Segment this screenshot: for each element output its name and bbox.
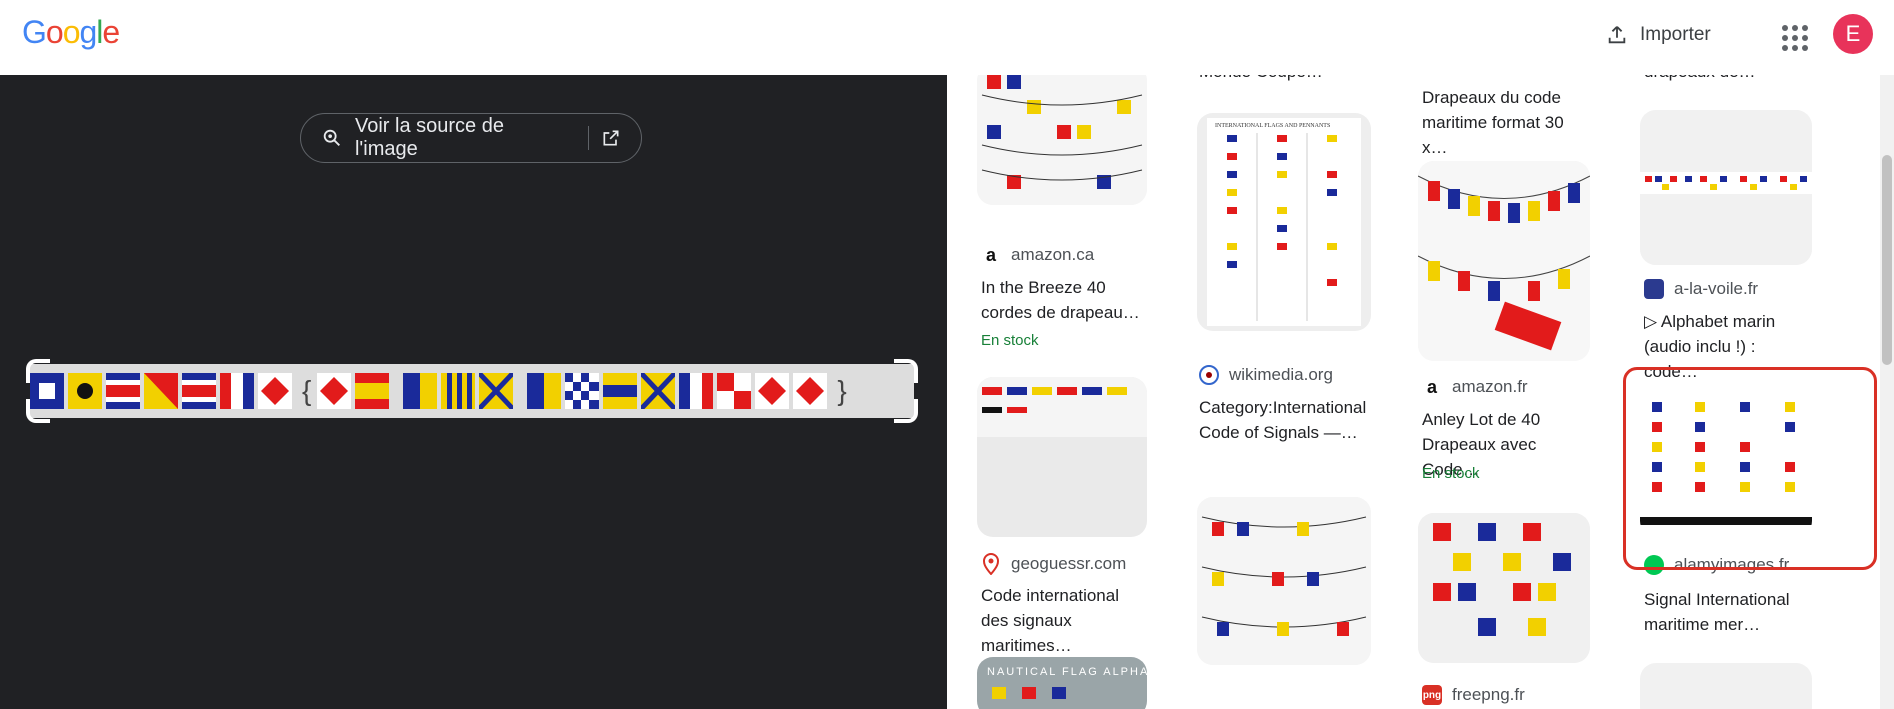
result-source[interactable]: geoguessr.com — [981, 553, 1126, 575]
result-title[interactable]: Drapeaux du code maritime format 30 x… — [1422, 85, 1592, 160]
result-thumbnail[interactable] — [1418, 161, 1590, 361]
result-source[interactable]: png freepng.fr — [1422, 685, 1525, 705]
flag-x2 — [641, 373, 676, 409]
flag-n — [565, 373, 600, 409]
png-icon: png — [1422, 685, 1442, 705]
flag-f — [258, 373, 292, 409]
wikimedia-icon — [1199, 365, 1219, 385]
flag-t — [220, 373, 254, 409]
svg-text:INTERNATIONAL FLAGS AND PENNAN: INTERNATIONAL FLAGS AND PENNANTS — [1215, 123, 1330, 129]
flag-g — [441, 373, 476, 409]
result-source[interactable]: a amazon.fr — [1422, 377, 1528, 397]
open-in-new-icon — [603, 130, 619, 146]
flag-o — [144, 373, 178, 409]
a-la-voile-icon — [1644, 279, 1664, 299]
result-thumbnail[interactable] — [1640, 663, 1812, 709]
flag-d — [603, 373, 638, 409]
apps-grid-icon[interactable] — [1776, 19, 1812, 55]
result-thumbnail[interactable]: NAUTICAL FLAG ALPHABET — [977, 657, 1147, 709]
result-title[interactable]: drapeaux de… — [1644, 75, 1814, 84]
top-header: Google Importer E — [0, 0, 1894, 75]
google-logo[interactable]: Google — [22, 14, 120, 51]
result-thumbnail[interactable] — [1418, 513, 1590, 663]
result-title[interactable]: Code international des signaux maritimes… — [981, 583, 1151, 658]
flag-c2 — [182, 373, 216, 409]
result-title[interactable]: Category:International Code of Signals —… — [1199, 395, 1369, 445]
import-button[interactable]: Importer — [1598, 15, 1719, 55]
stock-label: En stock — [981, 332, 1039, 349]
flag-t2 — [679, 373, 714, 409]
view-source-button[interactable]: Voir la source de l'image — [300, 113, 642, 163]
flag-x — [479, 373, 514, 409]
view-source-label: Voir la source de l'image — [354, 115, 504, 160]
flag-f4 — [793, 373, 828, 409]
result-source[interactable]: a amazon.ca — [981, 245, 1094, 265]
flag-f2 — [317, 373, 352, 409]
import-label: Importer — [1640, 24, 1711, 45]
result-source[interactable]: a-la-voile.fr — [1644, 279, 1758, 299]
flag-strip-image: { } — [30, 364, 914, 418]
result-thumbnail[interactable] — [977, 75, 1147, 205]
result-source[interactable]: wikimedia.org — [1199, 365, 1333, 385]
flag-u — [717, 373, 752, 409]
lens-search-icon — [323, 129, 340, 146]
location-pin-icon — [982, 553, 1000, 575]
amazon-icon: a — [981, 245, 1001, 265]
avatar[interactable]: E — [1833, 14, 1873, 54]
flag-f3 — [755, 373, 790, 409]
result-thumbnail[interactable] — [1197, 497, 1371, 665]
result-thumbnail[interactable] — [977, 377, 1147, 537]
svg-text:NAUTICAL FLAG ALPHABET: NAUTICAL FLAG ALPHABET — [987, 666, 1147, 678]
result-title[interactable]: In the Breeze 40 cordes de drapeau… — [981, 275, 1151, 325]
upload-icon — [1608, 26, 1626, 44]
flag-e — [355, 373, 390, 409]
stock-label: En stock — [1422, 465, 1480, 482]
result-thumbnail[interactable] — [1640, 110, 1812, 265]
flag-i — [68, 373, 102, 409]
flag-k2 — [527, 373, 562, 409]
flag-c — [106, 373, 140, 409]
flag-k — [403, 373, 438, 409]
selected-result-highlight — [1623, 367, 1877, 570]
result-title[interactable]: Monde Coupe… — [1199, 75, 1369, 84]
result-title[interactable]: Signal International maritime mer… — [1644, 587, 1814, 637]
results-scrollbar[interactable] — [1880, 75, 1894, 709]
result-thumbnail[interactable]: INTERNATIONAL FLAGS AND PENNANTS — [1197, 113, 1371, 331]
amazon-icon: a — [1422, 377, 1442, 397]
